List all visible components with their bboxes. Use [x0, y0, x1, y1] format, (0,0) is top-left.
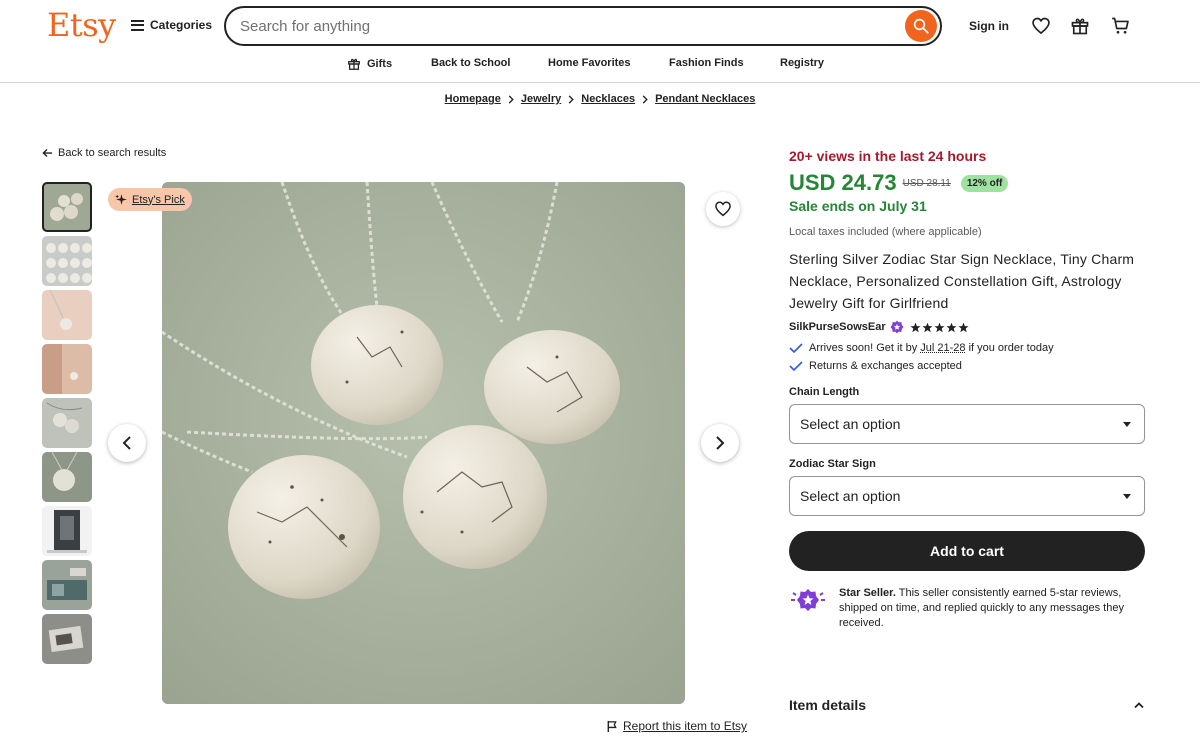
product-title: Sterling Silver Zodiac Star Sign Necklac…	[789, 251, 1135, 311]
nav-back-to-school[interactable]: Back to School	[431, 57, 510, 69]
sale-price: USD 24.73	[789, 170, 897, 195]
seller-name-link[interactable]: SilkPurseSowsEar	[789, 321, 886, 333]
thumbnail-3[interactable]	[42, 290, 92, 340]
sign-in-link[interactable]: Sign in	[969, 19, 1009, 33]
breadcrumb-pendant-necklaces[interactable]: Pendant Necklaces	[655, 93, 755, 105]
thumbnail-2[interactable]	[42, 236, 92, 286]
breadcrumb-necklaces[interactable]: Necklaces	[581, 93, 635, 105]
nav-fashion-finds[interactable]: Fashion Finds	[669, 57, 744, 69]
gift-icon	[348, 58, 360, 70]
chevron-right-icon	[568, 94, 575, 104]
thumbnail-5[interactable]	[42, 398, 92, 448]
rating-stars[interactable]	[910, 322, 969, 333]
product-info: 20+ views in the last 24 hours USD 24.73…	[789, 148, 1145, 631]
flag-icon	[607, 720, 617, 732]
caret-down-icon	[1123, 494, 1131, 499]
back-to-search-link[interactable]: Back to search results	[42, 147, 166, 159]
search-button[interactable]	[905, 10, 937, 42]
etsy-logo[interactable]: Etsy	[47, 6, 116, 44]
chevron-right-icon	[642, 94, 648, 104]
star-icon	[910, 322, 921, 332]
thumbnail-8[interactable]	[42, 560, 92, 610]
zodiac-sign-label: Zodiac Star Sign	[789, 458, 876, 470]
sale-ends-text: Sale ends on July 31	[789, 198, 927, 214]
returns-info: Returns & exchanges accepted	[789, 360, 1145, 372]
search-bar	[224, 6, 942, 46]
nav-home-favorites[interactable]: Home Favorites	[548, 57, 631, 69]
caret-down-icon	[1123, 422, 1131, 427]
heart-icon	[1032, 17, 1050, 35]
menu-icon	[131, 19, 144, 31]
gift-icon	[1071, 18, 1089, 35]
chain-length-select[interactable]: Select an option	[789, 404, 1145, 444]
add-to-cart-button[interactable]: Add to cart	[789, 531, 1145, 571]
chevron-up-icon	[1134, 702, 1144, 709]
cart-button[interactable]	[1109, 15, 1131, 37]
star-icon	[934, 322, 945, 332]
nav-registry[interactable]: Registry	[780, 57, 824, 69]
chevron-right-icon	[716, 436, 725, 450]
original-price: USD 28.11	[902, 177, 951, 189]
search-input[interactable]	[240, 16, 880, 36]
product-main-image[interactable]	[162, 182, 685, 704]
chain-length-label: Chain Length	[789, 386, 860, 398]
thumbnail-6[interactable]	[42, 452, 92, 502]
check-icon	[789, 361, 803, 372]
seller-row: SilkPurseSowsEar	[789, 320, 1145, 334]
favorites-button[interactable]	[1030, 15, 1052, 37]
star-icon	[922, 322, 933, 332]
report-item-link[interactable]: Report this item to Etsy	[606, 719, 747, 733]
discount-badge: 12% off	[960, 174, 1009, 192]
breadcrumb-jewelry[interactable]: Jewelry	[521, 93, 561, 105]
next-image-button[interactable]	[701, 424, 739, 462]
chevron-right-icon	[508, 94, 514, 104]
zodiac-sign-select[interactable]: Select an option	[789, 476, 1145, 516]
star-seller-note: Star Seller. This seller consistently ea…	[789, 586, 1145, 631]
constellation-necklaces-photo	[162, 182, 685, 704]
thumbnail-list	[42, 182, 92, 668]
previous-image-button[interactable]	[108, 424, 146, 462]
star-seller-icon	[791, 589, 825, 611]
breadcrumb: Homepage Jewelry Necklaces Pendant Neckl…	[0, 93, 1200, 105]
add-to-favorites-button[interactable]	[706, 192, 740, 226]
item-details-toggle[interactable]: Item details	[789, 697, 1145, 713]
taxes-note: Local taxes included (where applicable)	[789, 226, 982, 238]
thumbnail-4[interactable]	[42, 344, 92, 394]
thumbnail-9[interactable]	[42, 614, 92, 664]
chevron-left-icon	[122, 436, 131, 450]
gifts-button[interactable]	[1069, 15, 1091, 37]
check-icon	[789, 343, 803, 354]
views-notice: 20+ views in the last 24 hours	[789, 148, 987, 164]
arrival-date[interactable]: Jul 21-28	[920, 342, 965, 354]
price-row: USD 24.73 USD 28.11 12% off	[789, 170, 1145, 196]
arrival-info: Arrives soon! Get it by Jul 21-28 if you…	[789, 342, 1145, 354]
categories-label: Categories	[150, 18, 213, 32]
search-icon	[913, 18, 929, 34]
thumbnail-7[interactable]	[42, 506, 92, 556]
categories-button[interactable]: Categories	[131, 18, 212, 32]
nav-gifts[interactable]: Gifts	[347, 57, 392, 71]
star-icon	[958, 322, 969, 332]
category-nav: Gifts Back to School Home Favorites Fash…	[0, 56, 1200, 74]
cart-icon	[1111, 17, 1129, 34]
heart-icon	[715, 201, 731, 217]
star-seller-badge-icon	[890, 320, 904, 334]
arrow-left-icon	[42, 149, 53, 157]
site-header: Etsy Categories Sign in Gifts Back to Sc…	[0, 0, 1200, 83]
etsys-pick-badge[interactable]: Etsy's Pick	[108, 188, 192, 211]
star-icon	[946, 322, 957, 332]
thumbnail-1[interactable]	[42, 182, 92, 232]
breadcrumb-homepage[interactable]: Homepage	[445, 93, 501, 105]
sparkle-icon	[115, 194, 127, 205]
